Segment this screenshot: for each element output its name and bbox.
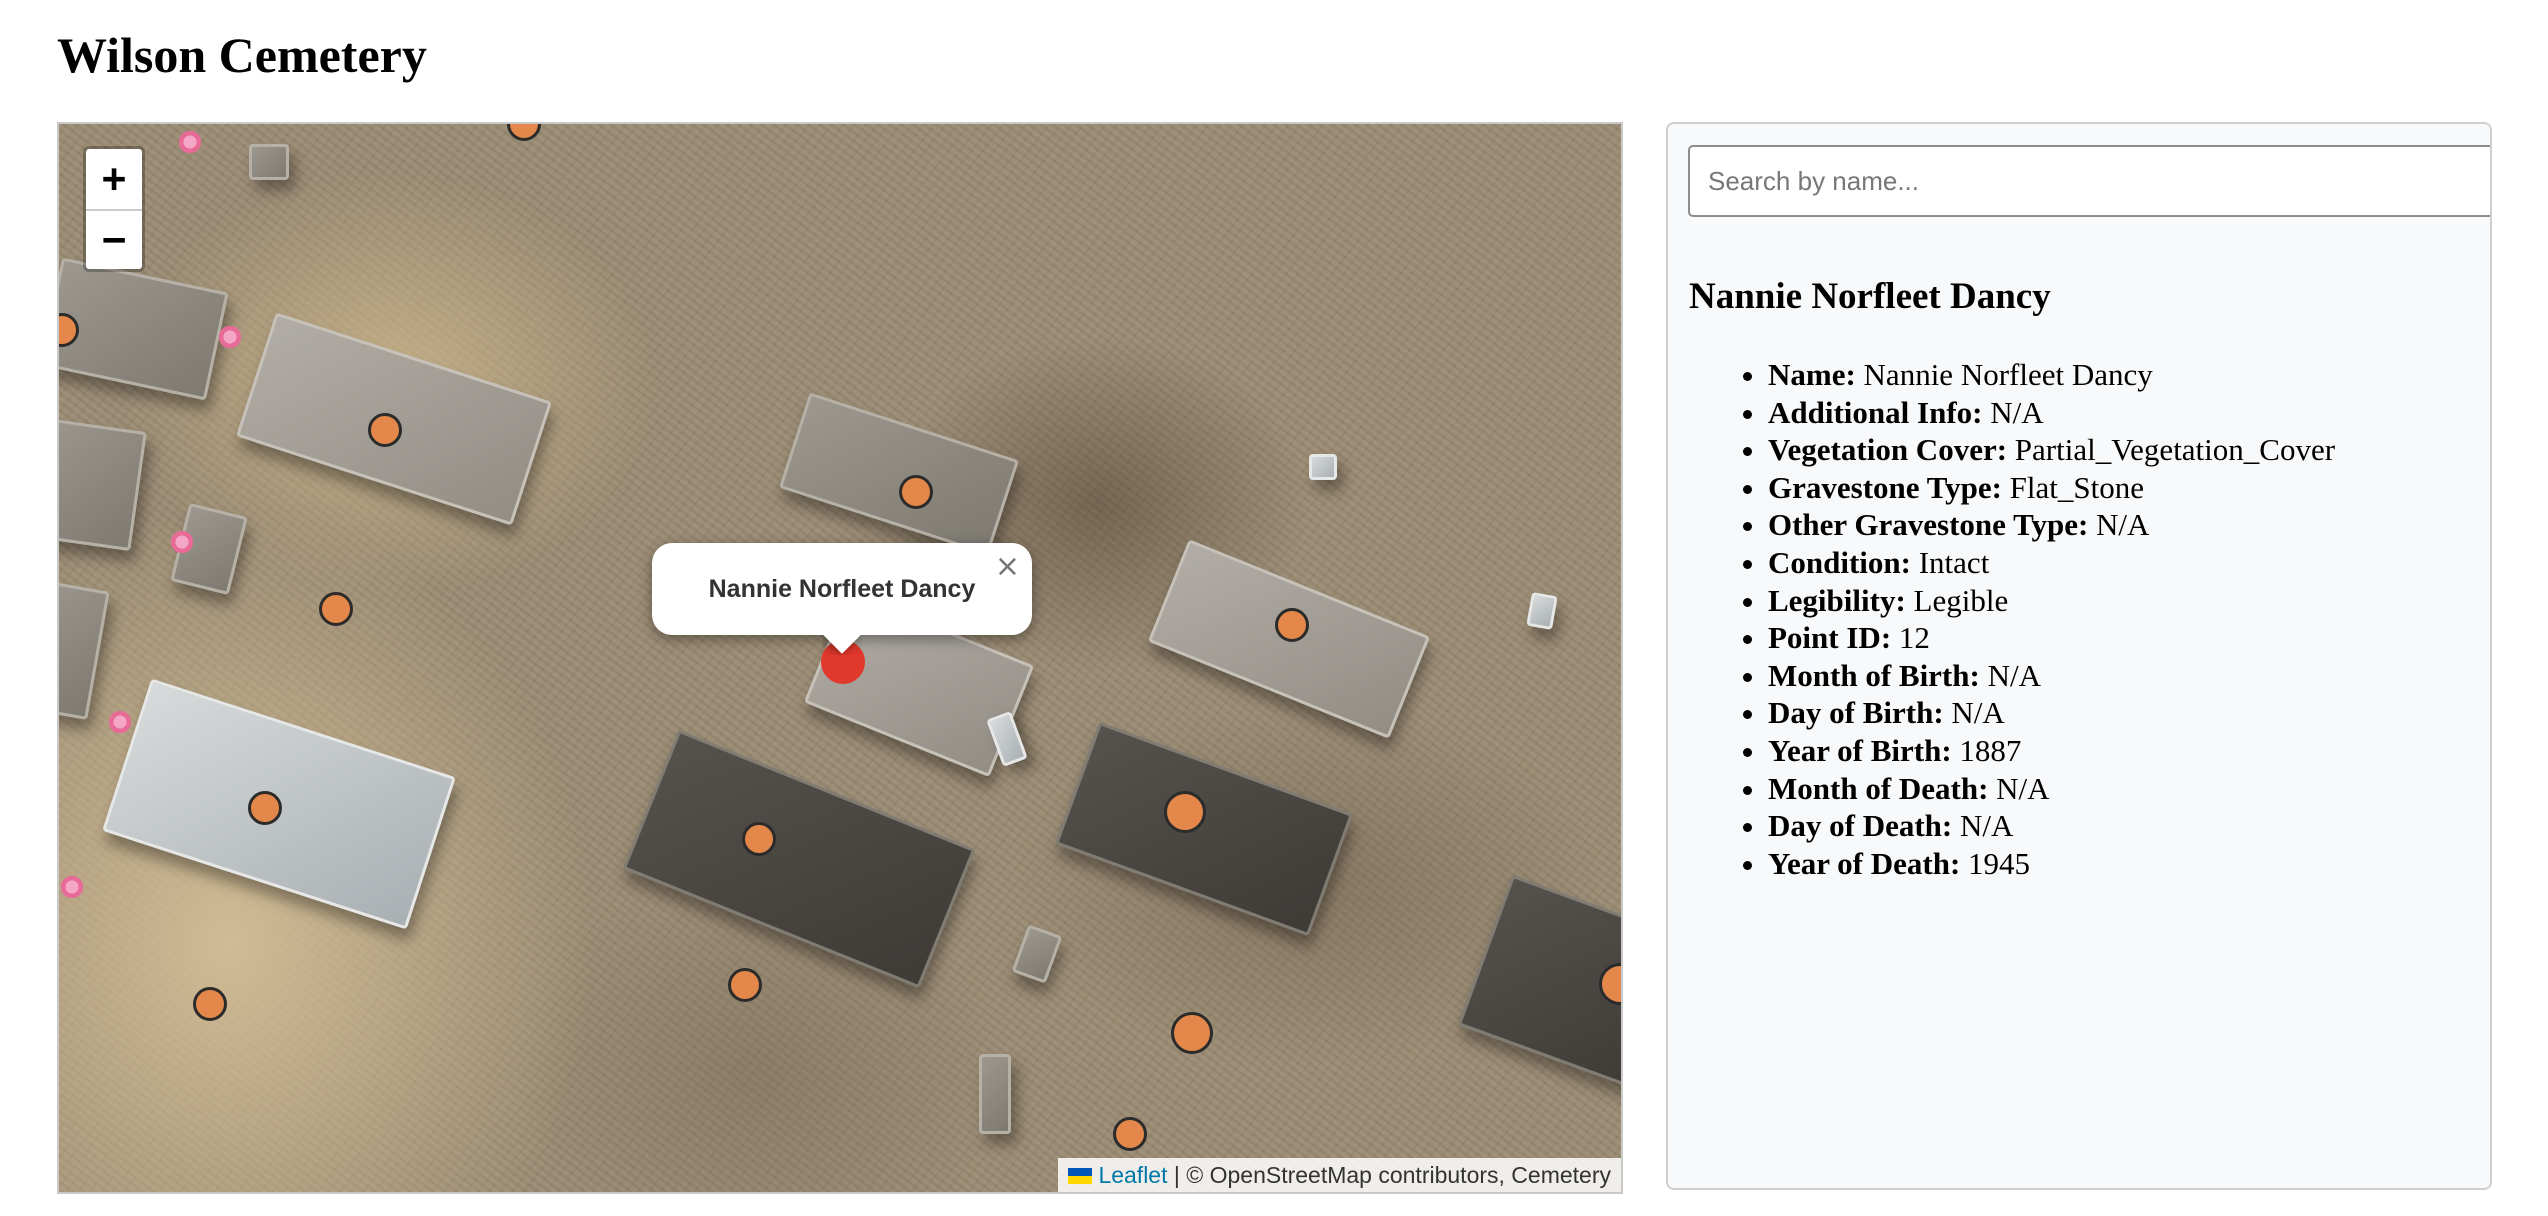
grave-marker[interactable] (1113, 1117, 1147, 1151)
flowers (217, 324, 243, 350)
detail-value: N/A (1990, 394, 2044, 430)
grave-marker[interactable] (507, 124, 541, 141)
detail-value: Flat_Stone (2009, 469, 2145, 505)
detail-item: Other Gravestone Type: N/A (1768, 506, 2335, 544)
grave-marker[interactable] (248, 791, 282, 825)
flowers (169, 529, 195, 555)
detail-label: Legibility: (1768, 582, 1906, 618)
gravestone-slab (622, 729, 976, 989)
gravestone-slab (59, 416, 147, 552)
attribution-text: | © OpenStreetMap contributors, Cemetery (1173, 1162, 1611, 1188)
gravestone-slab (1011, 924, 1063, 984)
grave-marker[interactable] (728, 968, 762, 1002)
flowers (177, 129, 203, 155)
gravestone-slab (1054, 721, 1354, 937)
popup-tip (822, 635, 862, 655)
record-heading: Nannie Norfleet Dancy (1689, 276, 2051, 317)
grave-marker[interactable] (368, 413, 402, 447)
detail-item: Legibility: Legible (1768, 582, 2335, 620)
gravestone-slab (1526, 592, 1558, 630)
gravestone-slab (249, 144, 289, 180)
grave-marker[interactable] (742, 822, 776, 856)
detail-item: Year of Death: 1945 (1768, 845, 2335, 883)
detail-value: Legible (1913, 582, 2009, 618)
detail-item: Point ID: 12 (1768, 619, 2335, 657)
detail-value: N/A (1960, 808, 2014, 844)
search-input[interactable] (1688, 145, 2490, 217)
zoom-out-button[interactable]: − (86, 209, 142, 269)
detail-item: Month of Death: N/A (1768, 770, 2335, 808)
gravestone-slab (778, 392, 1020, 556)
detail-item: Vegetation Cover: Partial_Vegetation_Cov… (1768, 431, 2335, 469)
detail-item: Gravestone Type: Flat_Stone (1768, 469, 2335, 507)
popup-title: Nannie Norfleet Dancy (708, 574, 976, 603)
gravestone-slab (1309, 454, 1337, 480)
gravestone-slab (979, 1054, 1011, 1134)
grave-marker[interactable] (1275, 608, 1309, 642)
detail-item: Day of Birth: N/A (1768, 694, 2335, 732)
map-attribution: Leaflet | © OpenStreetMap contributors, … (1058, 1158, 1621, 1192)
flowers (59, 874, 85, 900)
popup-close-button[interactable]: × (995, 549, 1020, 584)
detail-label: Year of Death: (1768, 845, 1961, 881)
grave-marker[interactable] (1171, 1012, 1213, 1054)
detail-label: Year of Birth: (1768, 732, 1952, 768)
detail-label: Month of Birth: (1768, 657, 1980, 693)
ukraine-flag-icon (1068, 1168, 1093, 1184)
detail-label: Name: (1768, 357, 1856, 392)
detail-item: Name: Nannie Norfleet Dancy (1768, 356, 2335, 394)
detail-value: Partial_Vegetation_Cover (2014, 432, 2336, 468)
detail-value: N/A (1951, 695, 2005, 731)
marker-popup: Nannie Norfleet Dancy × (652, 543, 1032, 635)
details-panel: Nannie Norfleet Dancy Name: Nannie Norfl… (1666, 122, 2492, 1190)
zoom-control: + − (83, 146, 145, 272)
flowers (107, 709, 133, 735)
detail-label: Day of Death: (1768, 808, 1953, 844)
detail-value: N/A (1987, 657, 2041, 693)
grave-marker[interactable] (899, 475, 933, 509)
detail-value: N/A (2096, 507, 2150, 543)
detail-item: Year of Birth: 1887 (1768, 732, 2335, 770)
detail-value: 1945 (1968, 845, 2031, 881)
detail-item: Day of Death: N/A (1768, 807, 2335, 845)
detail-label: Condition: (1768, 544, 1911, 580)
grave-marker[interactable] (319, 592, 353, 626)
grave-marker[interactable] (193, 987, 227, 1021)
detail-item: Condition: Intact (1768, 544, 2335, 582)
detail-item: Additional Info: N/A (1768, 394, 2335, 432)
detail-label: Day of Birth: (1768, 695, 1944, 731)
gravestone-slab (59, 578, 110, 720)
detail-label: Gravestone Type: (1768, 469, 2002, 505)
cemetery-map[interactable]: + − Nannie Norfleet Dancy × Leaflet | © … (57, 122, 1623, 1194)
detail-label: Month of Death: (1768, 770, 1989, 806)
detail-value: 1887 (1959, 732, 2022, 768)
detail-value: Nannie Norfleet Dancy (1863, 357, 2153, 392)
record-details-list: Name: Nannie Norfleet DancyAdditional In… (1748, 356, 2335, 882)
grave-marker[interactable] (1164, 791, 1206, 833)
detail-label: Vegetation Cover: (1768, 432, 2008, 468)
detail-label: Point ID: (1768, 620, 1892, 656)
detail-item: Month of Birth: N/A (1768, 657, 2335, 695)
gravestone-slab (59, 257, 229, 401)
detail-value: Intact (1918, 544, 1990, 580)
detail-value: N/A (1996, 770, 2050, 806)
detail-label: Other Gravestone Type: (1768, 507, 2089, 543)
detail-value: 12 (1898, 620, 1930, 656)
page-title: Wilson Cemetery (57, 27, 427, 83)
detail-label: Additional Info: (1768, 394, 1983, 430)
leaflet-link[interactable]: Leaflet (1098, 1162, 1167, 1188)
zoom-in-button[interactable]: + (86, 149, 142, 209)
